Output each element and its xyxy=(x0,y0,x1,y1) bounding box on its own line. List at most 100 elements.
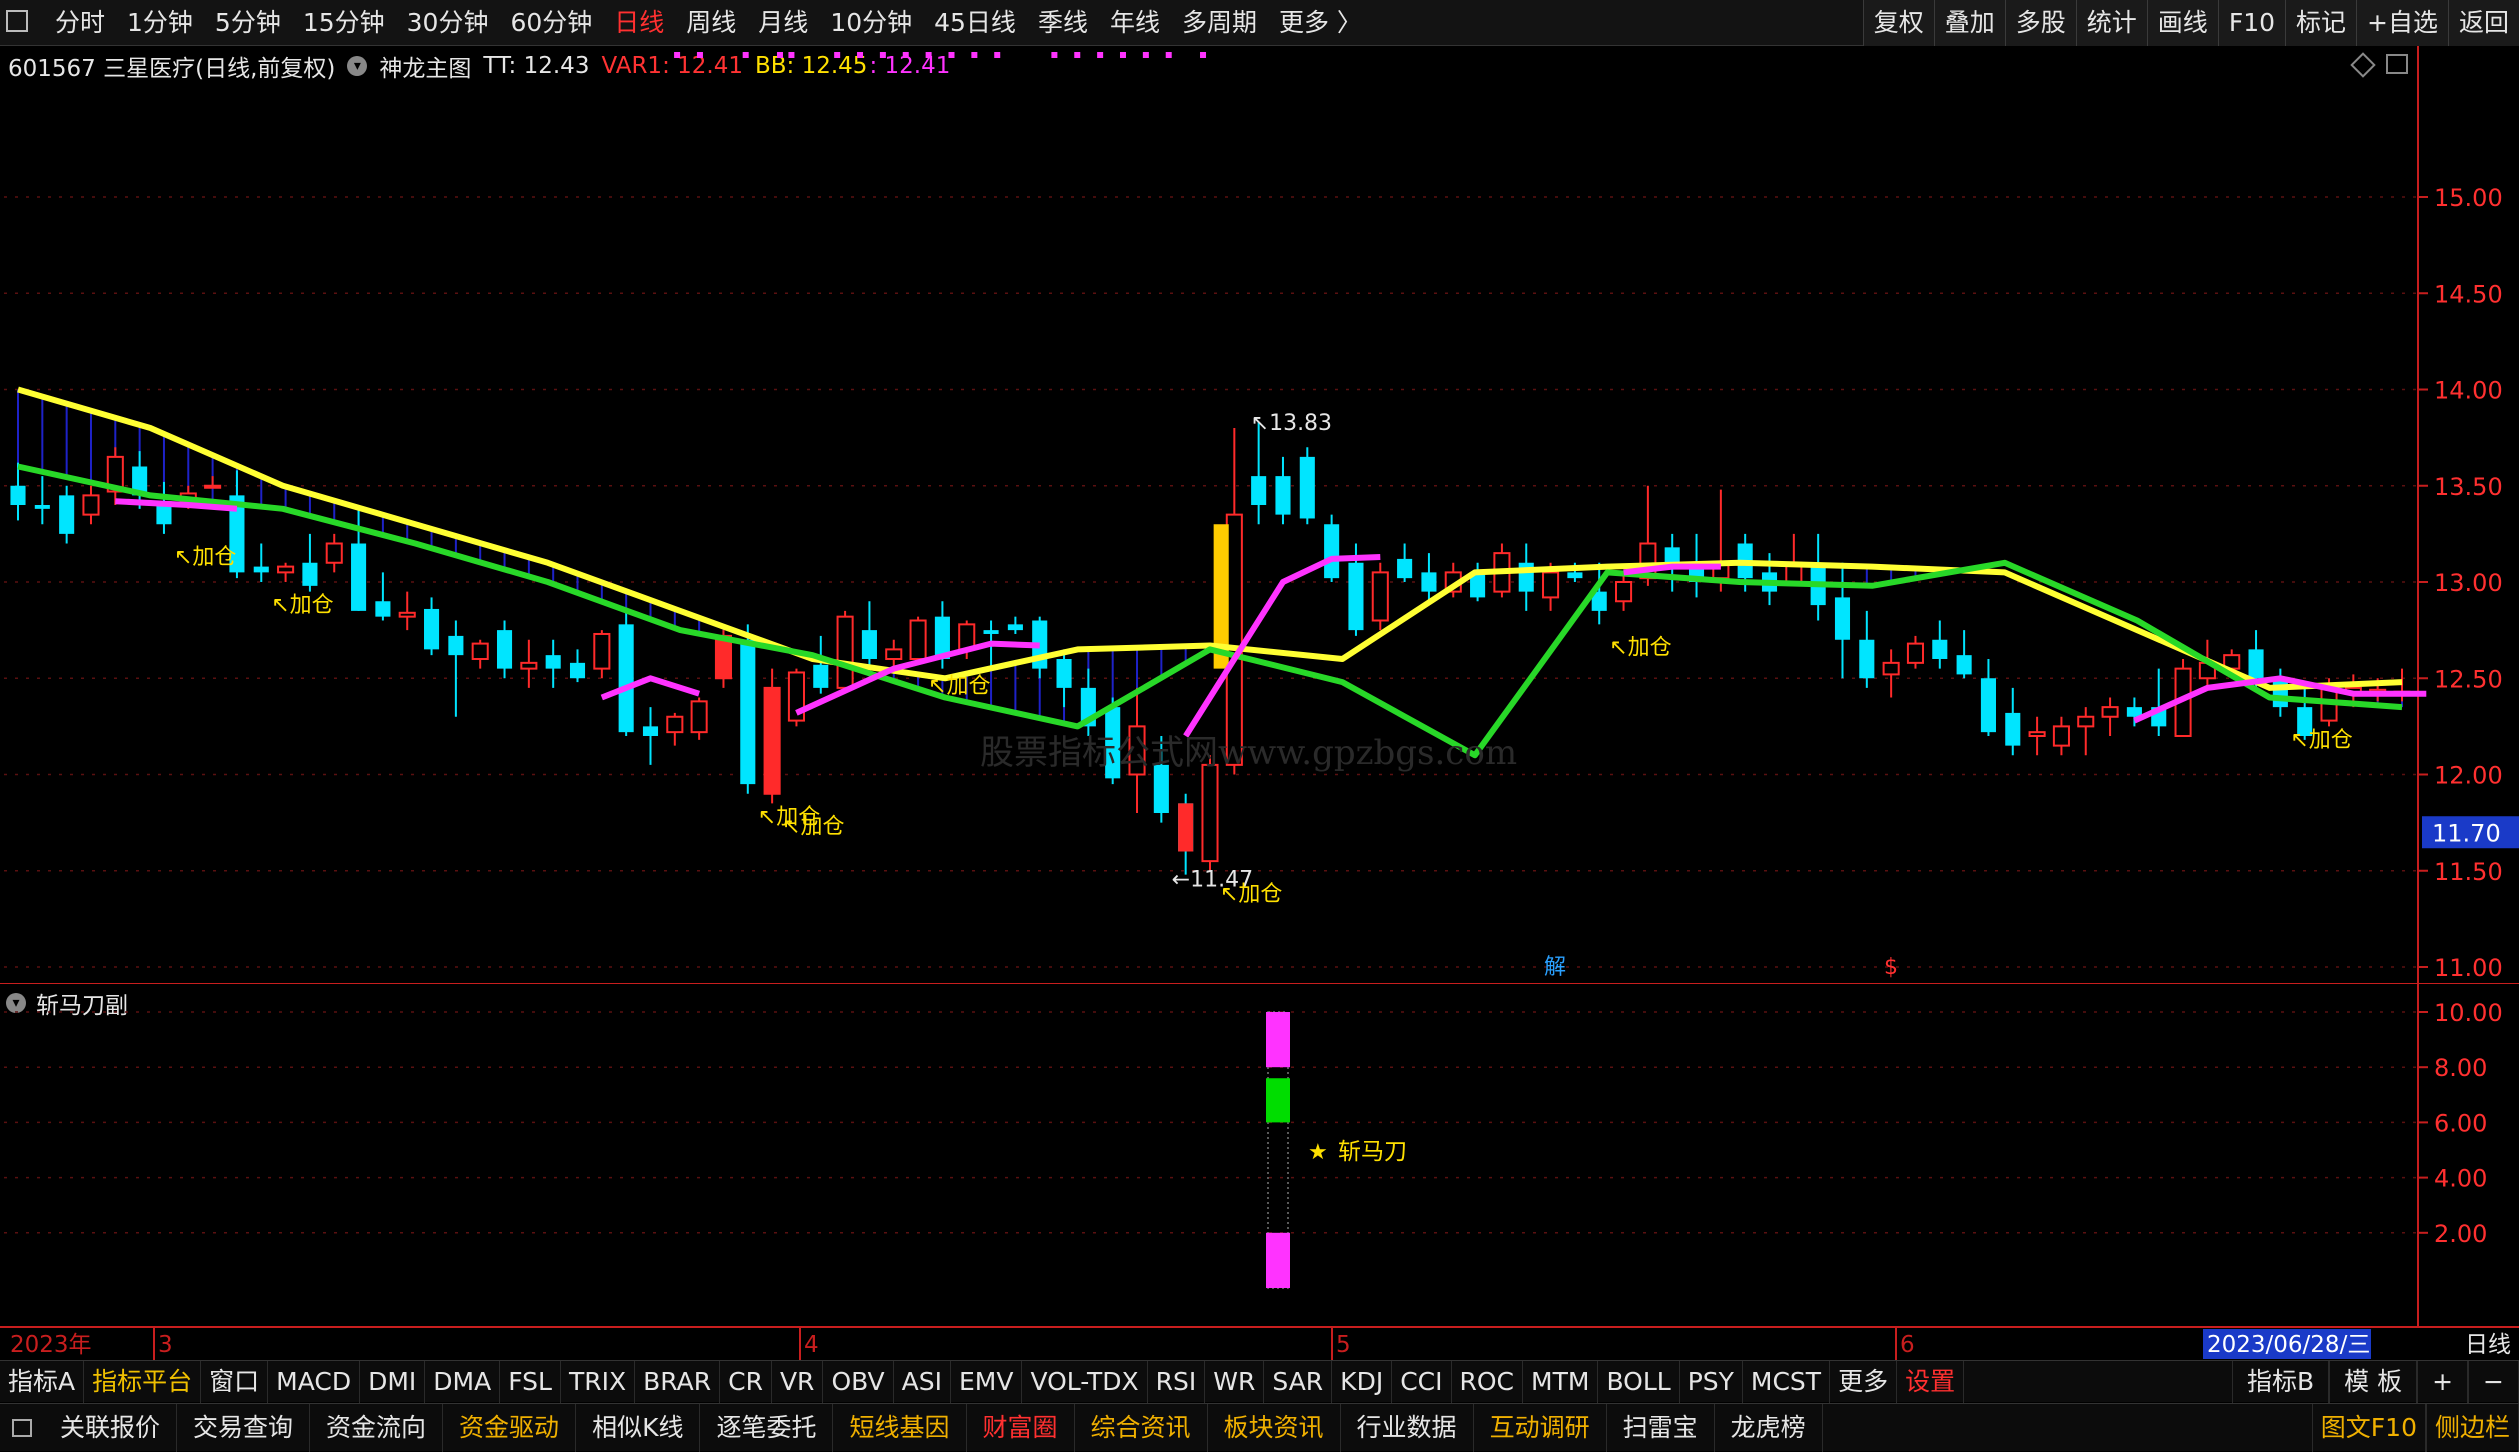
period-tab-0[interactable]: 分时 xyxy=(44,0,116,46)
indicator-tab-22[interactable]: BOLL xyxy=(1598,1360,1680,1403)
indicator-right-tab-2[interactable]: + xyxy=(2417,1361,2469,1403)
candle-12[interactable] xyxy=(302,533,318,592)
indicator-right-tab-3[interactable]: − xyxy=(2468,1361,2519,1403)
candle-41[interactable] xyxy=(1007,616,1023,634)
indicator-tab-16[interactable]: WR xyxy=(1205,1360,1265,1403)
toolbar-button-1[interactable]: 叠加 xyxy=(1933,0,2005,46)
candle-23[interactable] xyxy=(569,649,586,683)
indicator-tab-8[interactable]: BRAR xyxy=(635,1360,721,1403)
indicator-tab-25[interactable]: 更多 xyxy=(1830,1360,1898,1403)
period-tab-5[interactable]: 60分钟 xyxy=(499,0,603,46)
indicator-right-tab-1[interactable]: 模 板 xyxy=(2329,1361,2418,1403)
function-tab-8[interactable]: 综合资讯 xyxy=(1075,1403,1208,1452)
candle-8[interactable] xyxy=(204,476,222,489)
candle-19[interactable] xyxy=(471,639,489,669)
candle-1[interactable] xyxy=(34,476,50,525)
toolbar-button-4[interactable]: 画线 xyxy=(2146,0,2218,46)
candle-30[interactable] xyxy=(740,624,756,794)
candle-75[interactable] xyxy=(1834,562,1851,679)
indicator-tab-18[interactable]: KDJ xyxy=(1332,1360,1393,1403)
indicator-tab-19[interactable]: CCI xyxy=(1392,1360,1452,1403)
indicator-tab-5[interactable]: DMA xyxy=(425,1360,501,1403)
indicator-right-tab-0[interactable]: 指标B xyxy=(2231,1361,2330,1403)
indicator-tab-23[interactable]: PSY xyxy=(1680,1360,1743,1403)
function-right-tab-0[interactable]: 图文F10 xyxy=(2311,1404,2426,1452)
candle-11[interactable] xyxy=(277,562,295,582)
function-tab-5[interactable]: 逐笔委托 xyxy=(700,1403,834,1452)
indicator-tab-7[interactable]: TRIX xyxy=(561,1360,636,1403)
period-tab-11[interactable]: 季线 xyxy=(1027,0,1099,46)
candle-62[interactable] xyxy=(1518,543,1534,611)
candle-4[interactable] xyxy=(106,447,124,505)
function-tab-6[interactable]: 短线基因 xyxy=(833,1403,967,1452)
candle-22[interactable] xyxy=(545,639,561,688)
period-tab-12[interactable]: 年线 xyxy=(1099,0,1171,46)
candle-54[interactable] xyxy=(1324,514,1340,582)
main-kline-chart[interactable]: 15.00 14.50 14.00 13.50 13.00 12.50 12.00 11.50… xyxy=(0,46,2519,984)
candle-53[interactable] xyxy=(1299,447,1315,525)
candle-82[interactable] xyxy=(2005,687,2021,756)
sub-bar-segment-0[interactable] xyxy=(1266,1232,1290,1288)
toolbar-button-7[interactable]: +自选 xyxy=(2356,0,2448,46)
candle-80[interactable] xyxy=(1956,630,1972,679)
period-tab-8[interactable]: 月线 xyxy=(747,0,819,46)
candle-21[interactable] xyxy=(520,639,538,688)
candle-34[interactable] xyxy=(836,610,854,689)
candle-37[interactable] xyxy=(909,616,927,663)
indicator-tab-26[interactable]: 设置 xyxy=(1897,1360,1965,1403)
candle-51[interactable] xyxy=(1251,422,1267,525)
candle-26[interactable] xyxy=(642,707,659,765)
candle-3[interactable] xyxy=(82,485,100,525)
indicator-tab-4[interactable]: DMI xyxy=(360,1360,426,1403)
candle-20[interactable] xyxy=(496,620,513,679)
candle-25[interactable] xyxy=(618,610,634,736)
candle-74[interactable] xyxy=(1810,533,1826,621)
candle-32[interactable] xyxy=(787,668,805,727)
event-marker-s[interactable]: $ xyxy=(1884,955,1898,980)
function-tab-7[interactable]: 财富圈 xyxy=(967,1403,1075,1452)
candle-85[interactable] xyxy=(2077,707,2095,756)
candle-52[interactable] xyxy=(1275,456,1291,525)
function-tab-4[interactable]: 相似K线 xyxy=(576,1403,701,1452)
indicator-tab-13[interactable]: EMV xyxy=(951,1360,1023,1403)
function-tab-2[interactable]: 资金流向 xyxy=(310,1403,444,1452)
toolbar-button-8[interactable]: 返回 xyxy=(2447,0,2519,46)
indicator-tab-0[interactable]: 指标A xyxy=(0,1360,85,1403)
candle-86[interactable] xyxy=(2101,697,2119,737)
function-tab-0[interactable]: 关联报价 xyxy=(44,1403,178,1452)
highlight-candle-31[interactable] xyxy=(764,687,780,794)
indicator-tab-14[interactable]: VOL-TDX xyxy=(1022,1360,1148,1403)
period-tab-13[interactable]: 多周期 xyxy=(1171,0,1268,46)
indicator-tab-15[interactable]: RSI xyxy=(1148,1360,1206,1403)
function-tab-9[interactable]: 板块资讯 xyxy=(1208,1403,1341,1452)
panel-menu-icon[interactable] xyxy=(12,1418,32,1437)
period-tab-9[interactable]: 10分钟 xyxy=(819,0,923,46)
toolbar-button-0[interactable]: 复权 xyxy=(1862,0,1934,46)
period-tab-10[interactable]: 45日线 xyxy=(923,0,1027,46)
indicator-tab-6[interactable]: FSL xyxy=(500,1360,561,1403)
candle-58[interactable] xyxy=(1421,553,1437,602)
candle-79[interactable] xyxy=(1932,620,1948,669)
candle-84[interactable] xyxy=(2052,716,2070,756)
candle-0[interactable] xyxy=(10,462,26,521)
period-tab-2[interactable]: 5分钟 xyxy=(204,0,292,46)
function-tab-13[interactable]: 龙虎榜 xyxy=(1715,1403,1823,1452)
function-tab-11[interactable]: 互动调研 xyxy=(1474,1403,1607,1452)
candle-35[interactable] xyxy=(861,601,877,669)
toolbar-button-6[interactable]: 标记 xyxy=(2285,0,2357,46)
candle-2[interactable] xyxy=(59,485,75,544)
toolbar-button-2[interactable]: 多股 xyxy=(2004,0,2076,46)
sub-bar-segment-1[interactable] xyxy=(1266,1078,1290,1123)
candle-13[interactable] xyxy=(325,533,343,573)
period-tab-6[interactable]: 日线 xyxy=(603,0,675,46)
candle-76[interactable] xyxy=(1859,610,1875,688)
period-tab-4[interactable]: 30分钟 xyxy=(396,0,500,46)
candle-15[interactable] xyxy=(375,572,391,621)
period-label[interactable]: 日线 xyxy=(2465,1332,2511,1358)
indicator-tab-21[interactable]: MTM xyxy=(1523,1360,1599,1403)
toolbar-button-3[interactable]: 统计 xyxy=(2075,0,2147,46)
candle-66[interactable] xyxy=(1615,572,1633,611)
period-tab-3[interactable]: 15分钟 xyxy=(292,0,396,46)
toolbar-button-5[interactable]: F10 xyxy=(2217,0,2286,46)
indicator-tab-3[interactable]: MACD xyxy=(268,1360,361,1403)
